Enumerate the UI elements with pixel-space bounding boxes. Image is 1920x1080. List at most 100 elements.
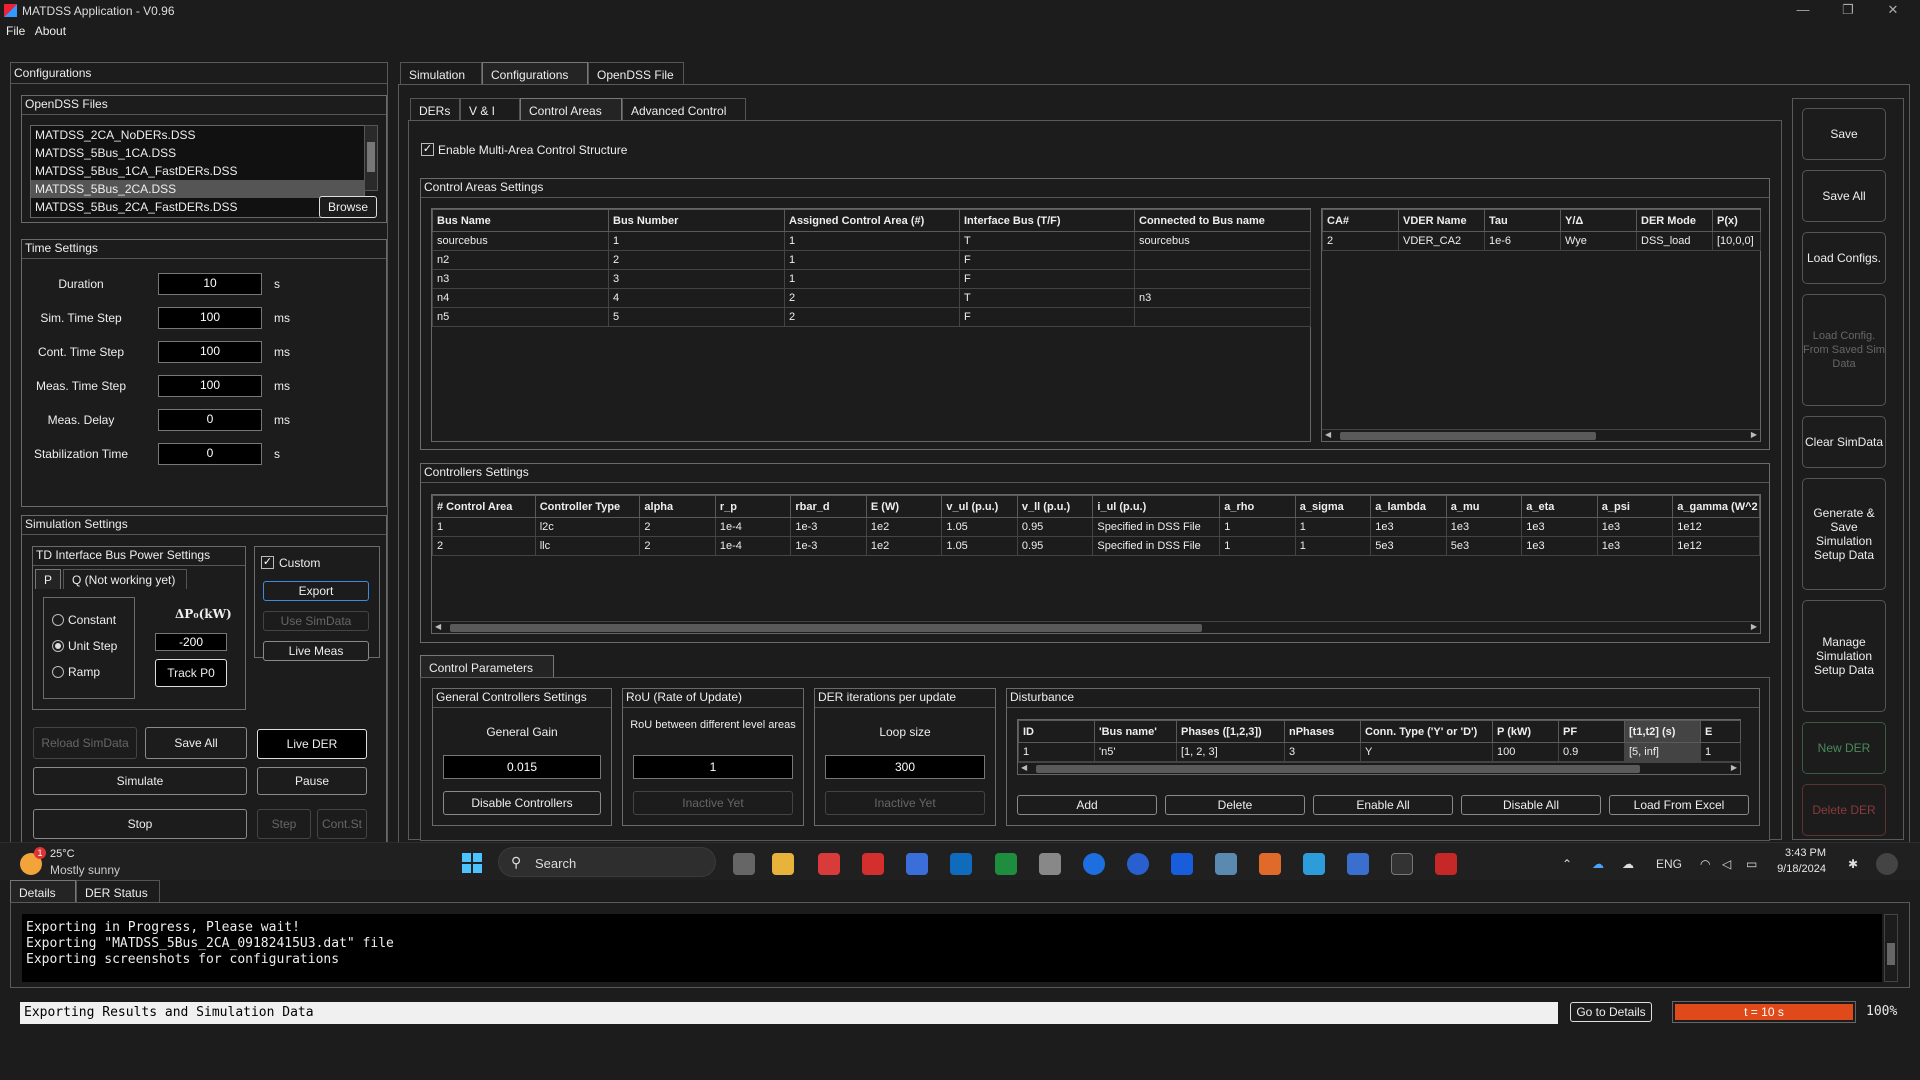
cell[interactable]: n4 [432, 288, 609, 308]
cell[interactable]: 1 [432, 517, 536, 537]
track-p0-button[interactable]: Track P0 [155, 659, 227, 687]
app-icon-1[interactable] [818, 853, 840, 875]
cell[interactable]: 2 [1322, 231, 1399, 251]
column-header[interactable]: a_eta [1521, 495, 1598, 518]
cell[interactable]: 0.95 [1016, 517, 1094, 537]
cell[interactable]: F [959, 307, 1135, 327]
cell[interactable]: [5, inf] [1624, 742, 1701, 762]
column-header[interactable]: P(x) [1712, 209, 1761, 232]
save-all-side-button[interactable]: Save All [1802, 170, 1886, 222]
use-simdata-button[interactable]: Use SimData [263, 611, 369, 631]
acrobat-icon[interactable] [1435, 853, 1457, 875]
app-icon-6[interactable] [1303, 853, 1325, 875]
column-header[interactable]: rbar_d [790, 495, 867, 518]
column-header[interactable]: Controller Type [534, 495, 641, 518]
clock-time[interactable]: 3:43 PM [1766, 847, 1826, 859]
meas-delay-field[interactable]: 0 [158, 409, 262, 431]
cell[interactable] [1134, 307, 1311, 327]
copilot-icon[interactable] [1876, 853, 1898, 875]
tab-p[interactable]: P [35, 569, 62, 589]
cell[interactable]: sourcebus [432, 231, 609, 251]
column-header[interactable]: Connected to Bus name [1134, 209, 1311, 232]
cell[interactable]: 1e12 [1672, 517, 1760, 537]
cell[interactable]: n3 [432, 269, 609, 289]
cell[interactable]: 1e3 [1521, 517, 1598, 537]
column-header[interactable]: alpha [639, 495, 716, 518]
cell[interactable]: F [959, 269, 1135, 289]
column-header[interactable]: i_ul (p.u.) [1092, 495, 1221, 518]
tab-details[interactable]: Details [10, 880, 76, 902]
cell[interactable]: 1 [784, 250, 960, 270]
sim-time-step-field[interactable]: 100 [158, 307, 262, 329]
table-row[interactable]: n5 5 2 F [432, 307, 1311, 327]
column-header[interactable]: a_sigma [1294, 495, 1372, 518]
cell[interactable]: llc [534, 536, 641, 556]
unit-step-radio[interactable] [52, 640, 64, 652]
cont-time-step-field[interactable]: 100 [158, 341, 262, 363]
task-view-icon[interactable] [733, 853, 755, 875]
rou-inactive-button[interactable]: Inactive Yet [633, 791, 793, 815]
column-header[interactable]: VDER Name [1398, 209, 1485, 232]
outlook-icon[interactable] [950, 853, 972, 875]
vder-table-hscroll[interactable]: ◀ ▶ [1322, 429, 1760, 441]
disturbance-table-hscroll[interactable]: ◀ ▶ [1018, 762, 1740, 774]
cell[interactable]: Specified in DSS File [1092, 536, 1221, 556]
close-button[interactable]: ✕ [1883, 2, 1903, 18]
cell[interactable]: sourcebus [1134, 231, 1311, 251]
enable-all-button[interactable]: Enable All [1313, 795, 1453, 815]
notepad-icon[interactable] [1347, 853, 1369, 875]
column-header[interactable]: Conn. Type ('Y' or 'D') [1360, 720, 1493, 743]
column-header[interactable]: Bus Name [432, 209, 609, 232]
enable-multi-area-checkbox[interactable]: ✓ [421, 143, 434, 156]
battery-icon[interactable]: ▭ [1746, 857, 1757, 871]
cell[interactable]: 1e-4 [714, 517, 792, 537]
column-header[interactable]: # Control Area [432, 495, 536, 518]
cell[interactable]: [10,0,0] [1712, 231, 1761, 251]
matlab-icon[interactable] [1259, 853, 1281, 875]
simulate-button[interactable]: Simulate [33, 767, 247, 795]
cell[interactable]: 0.9 [1558, 742, 1625, 762]
cell[interactable]: F [959, 250, 1135, 270]
cell[interactable]: 1e3 [1596, 517, 1674, 537]
cell[interactable]: 1e3 [1445, 517, 1523, 537]
cell[interactable]: 1e-3 [790, 517, 867, 537]
cell[interactable]: 1e3 [1596, 536, 1674, 556]
column-header[interactable]: Tau [1484, 209, 1561, 232]
save-all-button[interactable]: Save All [145, 727, 247, 759]
pause-button[interactable]: Pause [257, 767, 367, 795]
cell[interactable]: 1e-6 [1484, 231, 1561, 251]
cell[interactable]: 1e3 [1521, 536, 1598, 556]
table-row[interactable]: n2 2 1 F [432, 250, 1311, 270]
column-header[interactable]: Bus Number [608, 209, 785, 232]
disable-all-button[interactable]: Disable All [1461, 795, 1601, 815]
log-scrollbar[interactable] [1884, 914, 1898, 982]
cell[interactable]: 1 [784, 269, 960, 289]
cell[interactable]: 'n5' [1094, 742, 1177, 762]
cell[interactable]: 5e3 [1370, 536, 1447, 556]
cell[interactable]: n3 [1134, 288, 1311, 308]
rou-field[interactable]: 1 [633, 755, 793, 779]
live-meas-button[interactable]: Live Meas [263, 641, 369, 661]
notification-icon[interactable]: ✱ [1848, 857, 1858, 871]
cell[interactable]: 4 [608, 288, 785, 308]
stabilization-time-field[interactable]: 0 [158, 443, 262, 465]
file-list-item[interactable]: MATDSS_2CA_NoDERs.DSS [31, 126, 364, 144]
live-der-button[interactable]: Live DER [257, 729, 367, 759]
cell[interactable]: 100 [1492, 742, 1559, 762]
cell[interactable]: DSS_load [1636, 231, 1713, 251]
delta-p0-field[interactable]: -200 [155, 633, 227, 651]
cell[interactable]: 2 [784, 307, 960, 327]
cell[interactable]: T [959, 231, 1135, 251]
menu-file[interactable]: File [6, 22, 25, 40]
cell[interactable]: Specified in DSS File [1092, 517, 1221, 537]
cell[interactable]: 1 [1219, 517, 1296, 537]
volume-icon[interactable]: ◁ [1722, 857, 1731, 871]
step-button[interactable]: Step [257, 809, 311, 839]
new-der-button[interactable]: New DER [1802, 722, 1886, 774]
load-from-excel-button[interactable]: Load From Excel [1609, 795, 1749, 815]
cell[interactable]: 2 [784, 288, 960, 308]
controllers-table-hscroll[interactable]: ◀ ▶ [432, 621, 1760, 633]
general-gain-field[interactable]: 0.015 [443, 755, 601, 779]
cell[interactable]: 1 [1700, 742, 1741, 762]
column-header[interactable]: a_psi [1596, 495, 1674, 518]
